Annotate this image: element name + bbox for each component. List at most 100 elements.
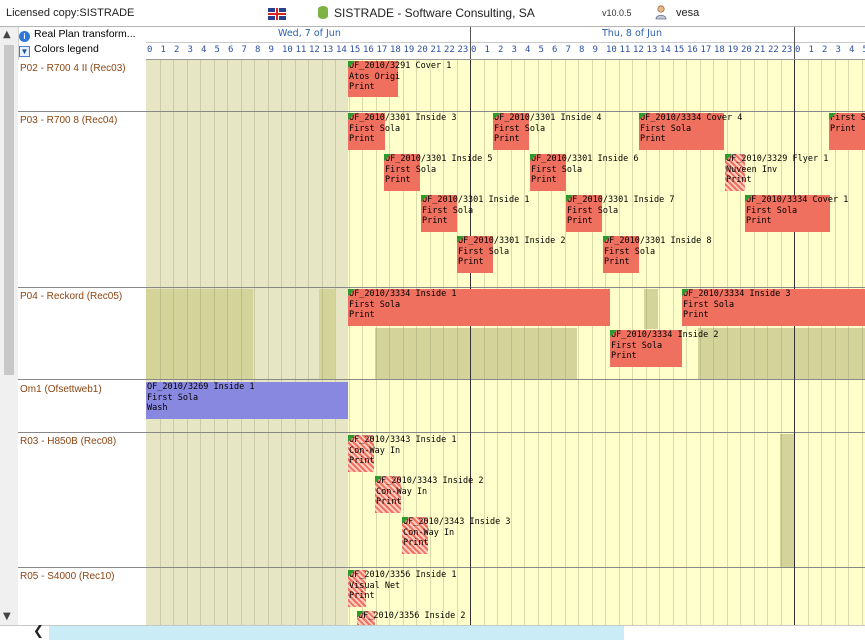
job-bar[interactable]: OF_2010/3334 Inside 2First SolaPrint <box>610 330 682 367</box>
horizontal-scrollbar[interactable]: ❮ <box>0 625 865 640</box>
job-bar[interactable]: OF_2010/3334 Cover 1First SolaPrint <box>745 195 830 232</box>
hour-label: 4 <box>201 45 206 55</box>
hour-label: 4 <box>849 45 854 55</box>
resource-label[interactable]: P02 - R700 4 II (Rec03) <box>20 63 126 74</box>
license-text: Licensed copy:SISTRADE <box>6 7 134 19</box>
hour-label: 18 <box>714 45 725 55</box>
colors-legend-label: Colors legend <box>34 43 99 55</box>
hour-label: 10 <box>606 45 617 55</box>
hour-label: 16 <box>363 45 374 55</box>
company-name: SISTRADE - Software Consulting, SA <box>334 6 535 20</box>
hour-label: 15 <box>350 45 361 55</box>
scroll-left-icon[interactable]: ❮ <box>33 624 44 639</box>
job-bar[interactable]: OF_2010/3301 Inside 1First SolaPrint <box>421 195 457 232</box>
uk-flag-icon[interactable] <box>268 8 286 20</box>
day-label: Thu, 8 of Jun <box>602 28 662 39</box>
job-bar[interactable]: OF_2010/3291 Cover 1Atos OrigiPrint <box>348 61 398 97</box>
chevron-down-icon[interactable]: ▼ <box>19 46 30 57</box>
job-bar[interactable]: OF_2010/3334 Inside 3First SolaPrint <box>682 289 865 326</box>
user-name: vesa <box>676 7 699 19</box>
gantt-grid[interactable]: OF_2010/3291 Cover 1Atos OrigiPrint OF_2… <box>146 60 865 625</box>
resource-label[interactable]: P04 - Reckord (Rec05) <box>20 291 122 302</box>
job-bar[interactable]: OF_2010/3301 Inside 4First SolaPrint <box>493 113 529 150</box>
resource-label[interactable]: R03 - H850B (Rec08) <box>20 436 116 447</box>
job-bar[interactable]: OF_2010/3301 Inside 2First SolaPrint <box>457 236 493 273</box>
hour-label: 21 <box>755 45 766 55</box>
scrollbar-thumb[interactable] <box>49 626 624 640</box>
hour-label: 23 <box>458 45 469 55</box>
hour-label: 8 <box>579 45 584 55</box>
hour-label: 20 <box>741 45 752 55</box>
hour-label: 23 <box>782 45 793 55</box>
resource-label[interactable]: Om1 (Ofsettweb1) <box>20 384 102 395</box>
hour-label: 22 <box>768 45 779 55</box>
day-separator <box>794 27 795 59</box>
hour-label: 0 <box>795 45 800 55</box>
job-bar[interactable]: OF_2010/3356 Inside 1Visual NetPrint <box>348 570 366 607</box>
hour-label: 20 <box>417 45 428 55</box>
hour-label: 6 <box>552 45 557 55</box>
hour-label: 9 <box>269 45 274 55</box>
hour-label: 11 <box>296 45 307 55</box>
hour-label: 1 <box>809 45 814 55</box>
job-bar[interactable]: OF_2010/3334 Inside 1First SolaPrint <box>348 289 610 326</box>
hour-label: 21 <box>431 45 442 55</box>
hour-label: 12 <box>633 45 644 55</box>
hour-label: 2 <box>498 45 503 55</box>
hour-label: 14 <box>660 45 671 55</box>
hour-label: 16 <box>687 45 698 55</box>
hour-label: 0 <box>147 45 152 55</box>
job-bar[interactable]: OF_2010/3343 Inside 1Con-Way InPrint <box>348 435 374 472</box>
plan-selector[interactable]: iReal Plan transform... <box>19 28 146 42</box>
job-bar[interactable]: OF_2010/3301 Inside 6First SolaPrint <box>530 154 566 191</box>
hour-label: 13 <box>323 45 334 55</box>
hour-label: 2 <box>174 45 179 55</box>
resource-label[interactable]: P03 - R700 8 (Rec04) <box>20 115 117 126</box>
hour-label: 22 <box>444 45 455 55</box>
job-bar[interactable]: OF_2010/3301 Inside 8First SolaPrint <box>603 236 639 273</box>
job-bar[interactable]: OF_2010/3334 Cover 4First SolaPrint <box>639 113 724 150</box>
job-bar[interactable]: OF_2010/3329 Flyer 1Nuveen InvPrint <box>725 154 745 191</box>
colors-legend-toggle[interactable]: ▼ Colors legend <box>19 43 146 57</box>
hour-label: 18 <box>390 45 401 55</box>
hour-label: 7 <box>242 45 247 55</box>
scroll-down-icon[interactable]: ▼ <box>3 611 11 622</box>
hour-label: 3 <box>188 45 193 55</box>
job-bar[interactable]: OF_2010/3301 Inside 5First SolaPrint <box>384 154 420 191</box>
scroll-up-icon[interactable]: ▲ <box>3 29 11 40</box>
hour-label: 1 <box>161 45 166 55</box>
job-bar[interactable]: OF_2010/3343 Inside 3Con-Way InPrint <box>402 517 428 554</box>
job-bar[interactable]: OF_2010/3301 Inside 3First SolaPrint <box>348 113 385 150</box>
hour-header: 0123456789101112131415161718192021222301… <box>146 43 865 60</box>
job-bar[interactable]: OF_2010/3269 Inside 1First SolaWash <box>146 382 348 419</box>
hour-label: 13 <box>647 45 658 55</box>
job-bar[interactable]: First SolPrint <box>829 113 865 150</box>
hour-label: 1 <box>485 45 490 55</box>
hour-label: 17 <box>701 45 712 55</box>
hour-label: 14 <box>336 45 347 55</box>
job-bar[interactable]: OF_2010/3343 Inside 2Con-Way InPrint <box>375 476 401 513</box>
job-bar[interactable]: OF_2010/3356 Inside 2 <box>357 611 375 625</box>
scrollbar-thumb[interactable] <box>4 45 14 375</box>
hour-label: 5 <box>539 45 544 55</box>
hour-label: 5 <box>215 45 220 55</box>
hour-label: 3 <box>836 45 841 55</box>
hour-label: 8 <box>255 45 260 55</box>
hour-label: 0 <box>471 45 476 55</box>
resource-label[interactable]: R05 - S4000 (Rec10) <box>20 571 115 582</box>
hour-label: 17 <box>377 45 388 55</box>
hour-label: 9 <box>593 45 598 55</box>
job-bar[interactable]: OF_2010/3301 Inside 7First SolaPrint <box>566 195 602 232</box>
hour-label: 7 <box>566 45 571 55</box>
hour-label: 19 <box>728 45 739 55</box>
hour-label: 15 <box>674 45 685 55</box>
hour-label: 3 <box>512 45 517 55</box>
resource-list: P02 - R700 4 II (Rec03) P03 - R700 8 (Re… <box>18 60 147 625</box>
day-separator <box>470 27 471 59</box>
top-bar: Licensed copy:SISTRADE SISTRADE - Softwa… <box>0 0 865 27</box>
day-label: Wed, 7 of Jun <box>278 28 341 39</box>
vertical-scrollbar[interactable]: ▲ ▼ <box>0 27 19 625</box>
hour-label: 19 <box>404 45 415 55</box>
day-header: Wed, 7 of Jun Thu, 8 of Jun <box>146 27 865 43</box>
hour-label: 12 <box>309 45 320 55</box>
